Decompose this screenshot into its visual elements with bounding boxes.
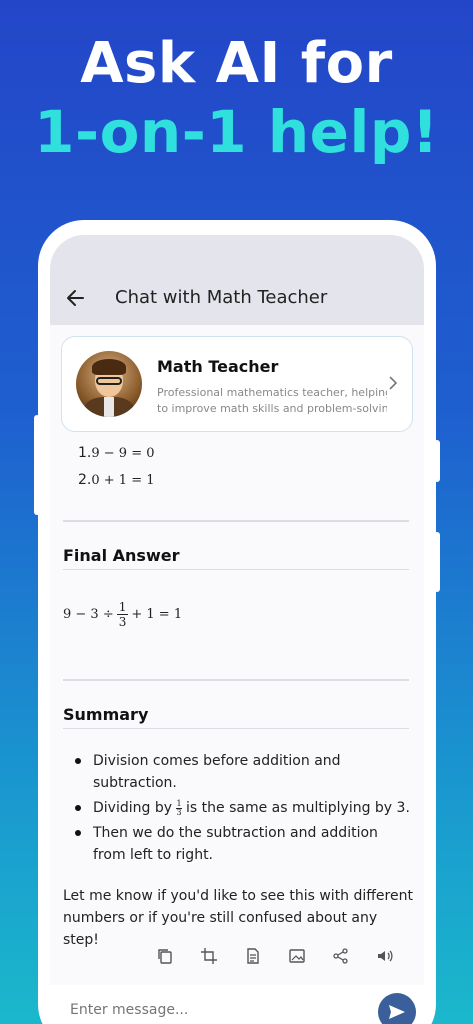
divider <box>63 679 409 681</box>
headline-line-2: 1-on-1 help! <box>34 98 439 166</box>
share-icon[interactable] <box>332 947 350 965</box>
message-composer <box>50 985 424 1024</box>
crop-icon[interactable] <box>200 947 218 965</box>
page-title: Chat with Math Teacher <box>115 287 328 308</box>
teacher-profile-card[interactable]: Math Teacher Professional mathematics te… <box>61 336 413 432</box>
phone-side-button-right-2 <box>434 532 440 592</box>
headline: Ask AI for 1-on-1 help! <box>0 30 473 166</box>
message-input[interactable] <box>70 1002 330 1018</box>
back-arrow-icon[interactable] <box>64 287 86 309</box>
image-icon[interactable] <box>288 947 306 965</box>
headline-line-1: Ask AI for <box>80 31 393 96</box>
summary-heading: Summary <box>63 705 149 724</box>
step-list: 1.9 − 9 = 0 2.0 + 1 = 1 <box>78 440 155 494</box>
teacher-description: Professional mathematics teacher, helpin… <box>157 385 387 417</box>
teacher-description-line-2: to improve math skills and problem-solvi… <box>157 402 387 415</box>
app-screen: Chat with Math Teacher Math Teacher Prof… <box>50 235 424 1024</box>
final-answer-equation: 9 − 3 ÷ 1 3 + 1 = 1 <box>63 600 183 629</box>
list-item: Dividing by 13 is the same as multiplyin… <box>72 797 412 819</box>
message-actions <box>156 947 394 965</box>
summary-list: Division comes before addition and subtr… <box>72 750 412 869</box>
fraction: 1 3 <box>116 600 129 629</box>
final-answer-heading: Final Answer <box>63 546 180 565</box>
app-bar: Chat with Math Teacher <box>50 235 424 325</box>
copy-icon[interactable] <box>156 947 174 965</box>
list-item: Then we do the subtraction and addition … <box>72 822 412 866</box>
phone-side-button-left <box>34 415 40 515</box>
avatar <box>76 351 142 417</box>
phone-side-button-right-1 <box>434 440 440 482</box>
speaker-icon[interactable] <box>376 947 394 965</box>
list-item: Division comes before addition and subtr… <box>72 750 412 794</box>
heading-underline <box>63 728 409 729</box>
fraction: 13 <box>176 798 182 817</box>
step-item: 2.0 + 1 = 1 <box>78 472 155 488</box>
step-item: 1.9 − 9 = 0 <box>78 445 155 461</box>
heading-underline <box>63 569 409 570</box>
send-button[interactable] <box>378 993 416 1024</box>
chevron-right-icon <box>388 375 398 394</box>
closing-message: Let me know if you'd like to see this wi… <box>63 888 413 948</box>
teacher-description-line-1: Professional mathematics teacher, helpin… <box>157 386 387 399</box>
document-icon[interactable] <box>244 947 262 965</box>
divider <box>63 520 409 522</box>
teacher-name: Math Teacher <box>157 357 279 376</box>
